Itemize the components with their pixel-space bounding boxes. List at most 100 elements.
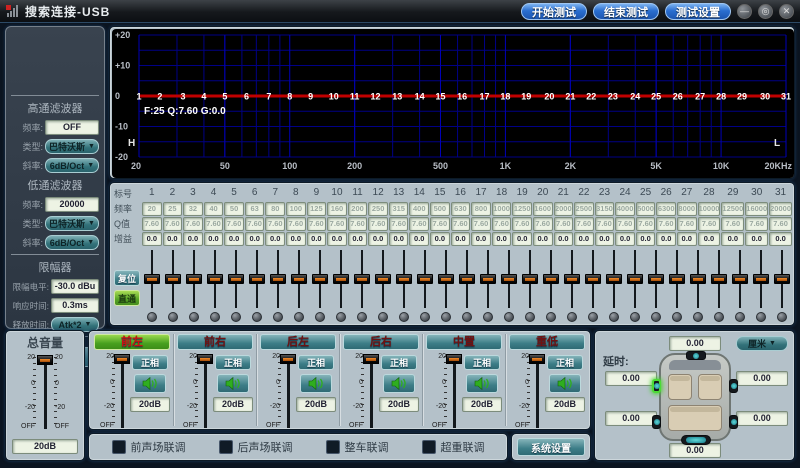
eq-gain-slider[interactable] (248, 249, 266, 309)
slider-handle[interactable] (563, 274, 580, 284)
center-speaker-icon[interactable] (686, 351, 706, 360)
channel-volume-slider[interactable] (446, 352, 462, 430)
slider-handle[interactable] (249, 274, 266, 284)
band-select-knob[interactable] (273, 312, 284, 322)
delay-unit-select[interactable]: 厘米 ▼ (736, 336, 788, 351)
channel-phase-button[interactable]: 正相 (132, 355, 168, 370)
delay-front-right-field[interactable]: 0.00 (736, 371, 788, 386)
band-select-knob[interactable] (587, 312, 598, 322)
eq-gain-slider[interactable] (164, 249, 182, 309)
band-gain-field[interactable]: 0.0 (491, 232, 512, 246)
slider-handle[interactable] (363, 354, 379, 364)
delay-rear-left-field[interactable]: 0.00 (605, 411, 657, 426)
start-test-button[interactable]: 开始测试 (521, 2, 587, 20)
delay-rear-right-field[interactable]: 0.00 (736, 411, 788, 426)
slider-handle[interactable] (312, 274, 329, 284)
eq-gain-slider[interactable] (206, 249, 224, 309)
test-settings-button[interactable]: 测试设置 (665, 2, 731, 20)
slider-handle[interactable] (37, 355, 53, 365)
eq-gain-slider[interactable] (185, 249, 203, 309)
hpf-type-select[interactable]: 巴特沃斯 ▼ (45, 139, 99, 154)
hpf-slope-select[interactable]: 6dB/Oct ▼ (45, 158, 99, 173)
channel-mute-button[interactable] (383, 374, 415, 393)
band-gain-field[interactable]: 0.0 (450, 232, 471, 246)
band-gain-field[interactable]: 0.0 (676, 232, 697, 246)
band-select-knob[interactable] (441, 312, 452, 322)
limiter-level-field[interactable]: -30.0 dBu (51, 279, 99, 294)
band-gain-field[interactable]: 0.0 (471, 232, 491, 246)
eq-gain-slider[interactable] (353, 249, 371, 309)
eq-reset-button[interactable]: 复位 (114, 270, 140, 286)
channel-mute-button[interactable] (217, 374, 249, 393)
close-button[interactable]: ✕ (779, 3, 794, 19)
band-gain-field[interactable]: 0.0 (162, 232, 183, 246)
band-gain-field[interactable]: 0.0 (594, 232, 615, 246)
delay-center-field[interactable]: 0.00 (669, 336, 721, 351)
channel-phase-button[interactable]: 正相 (547, 355, 583, 370)
band-select-knob[interactable] (357, 312, 368, 322)
channel-select-button[interactable]: 中置 (426, 334, 502, 350)
band-select-knob[interactable] (378, 312, 389, 322)
band-gain-field[interactable]: 0.0 (615, 232, 635, 246)
eq-gain-slider[interactable] (479, 249, 497, 309)
band-gain-field[interactable]: 0.0 (635, 232, 656, 246)
front-left-speaker-icon[interactable] (652, 379, 661, 393)
eq-gain-slider[interactable] (332, 249, 350, 309)
band-select-knob[interactable] (399, 312, 410, 322)
channel-mute-button[interactable] (549, 374, 581, 393)
slider-handle[interactable] (731, 274, 748, 284)
slider-handle[interactable] (752, 274, 769, 284)
band-select-knob[interactable] (566, 312, 577, 322)
channel-select-button[interactable]: 前左 (94, 334, 170, 350)
eq-gain-slider[interactable] (710, 249, 728, 309)
channel-volume-slider[interactable] (529, 352, 545, 430)
eq-gain-slider[interactable] (416, 249, 434, 309)
slider-handle[interactable] (280, 354, 296, 364)
band-select-knob[interactable] (231, 312, 242, 322)
lpf-type-select[interactable]: 巴特沃斯 ▼ (45, 216, 99, 231)
lpf-slope-select[interactable]: 6dB/Oct ▼ (45, 235, 99, 250)
slider-handle[interactable] (207, 274, 224, 284)
channel-select-button[interactable]: 重低 (509, 334, 585, 350)
slider-handle[interactable] (114, 354, 130, 364)
channel-mute-button[interactable] (466, 374, 498, 393)
eq-gain-slider[interactable] (584, 249, 602, 309)
channel-mute-button[interactable] (300, 374, 332, 393)
slider-handle[interactable] (584, 274, 601, 284)
channel-phase-button[interactable]: 正相 (215, 355, 251, 370)
channel-phase-button[interactable]: 正相 (464, 355, 500, 370)
eq-gain-slider[interactable] (689, 249, 707, 309)
slider-handle[interactable] (710, 274, 727, 284)
slider-handle[interactable] (375, 274, 392, 284)
band-gain-field[interactable]: 0.0 (244, 232, 265, 246)
slider-handle[interactable] (438, 274, 455, 284)
eq-gain-slider[interactable] (395, 249, 413, 309)
band-select-knob[interactable] (461, 312, 472, 322)
subwoofer-speaker-icon[interactable] (681, 435, 711, 445)
eq-gain-slider[interactable] (773, 249, 791, 309)
slider-handle[interactable] (228, 274, 245, 284)
channel-phase-button[interactable]: 正相 (381, 355, 417, 370)
band-select-knob[interactable] (252, 312, 263, 322)
minimize-button[interactable]: — (737, 3, 752, 19)
band-gain-field[interactable]: 0.0 (697, 232, 721, 246)
band-select-knob[interactable] (776, 312, 787, 322)
eq-gain-slider[interactable] (752, 249, 770, 309)
slider-handle[interactable] (689, 274, 706, 284)
slider-handle[interactable] (773, 274, 790, 284)
eq-gain-slider[interactable] (290, 249, 308, 309)
slider-handle[interactable] (186, 274, 203, 284)
eq-response-graph[interactable]: +20+100-10-2020 50 100 200 500 1K 2K 5K 10K 20KHz… (112, 29, 794, 178)
band-gain-field[interactable]: 0.0 (656, 232, 676, 246)
band-select-knob[interactable] (608, 312, 619, 322)
slider-handle[interactable] (500, 274, 517, 284)
slider-handle[interactable] (479, 274, 496, 284)
slider-handle[interactable] (647, 274, 664, 284)
band-gain-field[interactable]: 0.0 (532, 232, 553, 246)
slider-handle[interactable] (144, 274, 161, 284)
band-select-knob[interactable] (294, 312, 305, 322)
eq-gain-slider[interactable] (647, 249, 665, 309)
band-gain-field[interactable]: 0.0 (183, 232, 203, 246)
band-gain-field[interactable]: 0.0 (388, 232, 409, 246)
slider-handle[interactable] (417, 274, 434, 284)
